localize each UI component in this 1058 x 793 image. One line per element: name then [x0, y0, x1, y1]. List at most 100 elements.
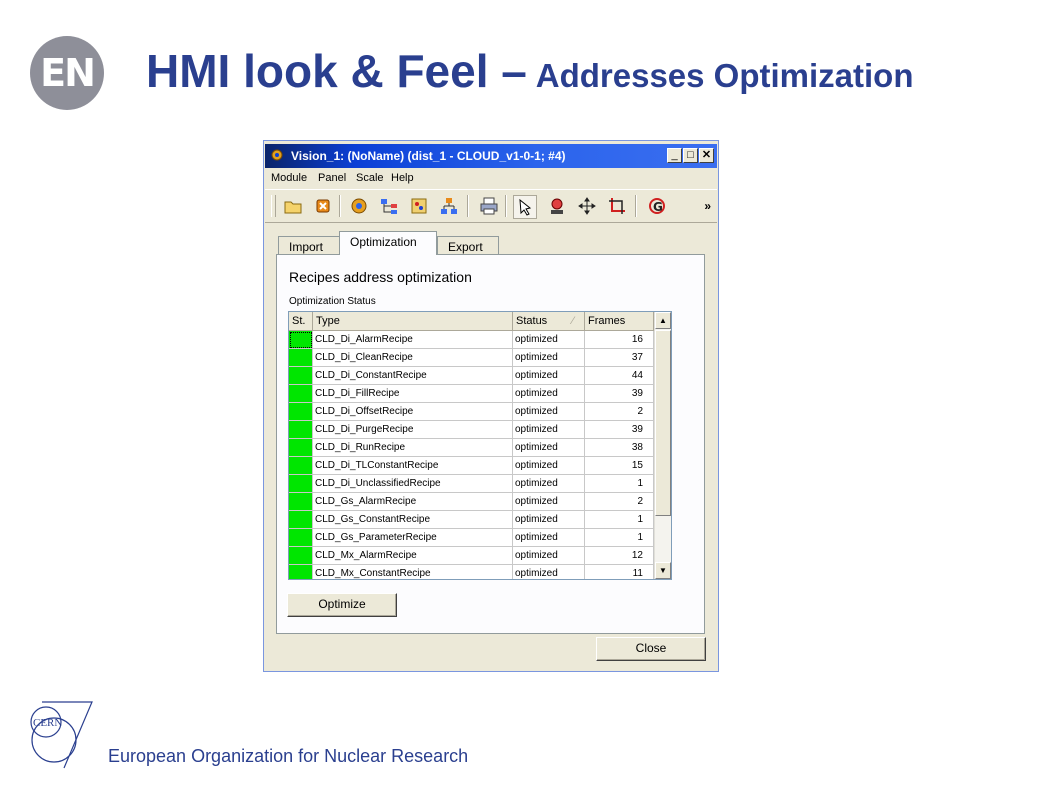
open-folder-icon[interactable]: [283, 196, 303, 216]
table-row[interactable]: CLD_Di_PurgeRecipe optimized 39: [289, 421, 654, 439]
minimize-button[interactable]: _: [667, 148, 682, 163]
table-row[interactable]: CLD_Mx_ConstantRecipe optimized 11: [289, 565, 654, 579]
close-module-icon[interactable]: [313, 196, 333, 216]
table-row[interactable]: CLD_Di_OffsetRecipe optimized 2: [289, 403, 654, 421]
status-cell: optimized: [513, 349, 585, 367]
zoom-tool-icon[interactable]: [547, 196, 567, 216]
optimize-button[interactable]: Optimize: [287, 593, 397, 617]
cern-logo-text: CERN: [33, 717, 62, 729]
palette-icon[interactable]: [409, 196, 429, 216]
footer-organization: European Organization for Nuclear Resear…: [108, 746, 469, 766]
frames-cell: 11: [585, 565, 654, 579]
toolbar-separator: [339, 195, 341, 217]
window-titlebar[interactable]: Vision_1: (NoName) (dist_1 - CLOUD_v1-0-…: [265, 144, 717, 168]
refresh-g-icon[interactable]: G: [647, 196, 667, 216]
column-header-frames[interactable]: Frames: [585, 312, 654, 331]
type-cell: CLD_Di_AlarmRecipe: [313, 331, 513, 349]
status-cell: optimized: [513, 565, 585, 579]
menu-panel[interactable]: Panel: [318, 172, 346, 184]
status-indicator-cell: [289, 385, 313, 403]
frames-cell: 38: [585, 439, 654, 457]
status-indicator-cell: [289, 565, 313, 579]
table-row[interactable]: CLD_Di_RunRecipe optimized 38: [289, 439, 654, 457]
toolbar: G »: [265, 189, 717, 223]
column-header-status[interactable]: Status: [513, 312, 585, 331]
panel-heading: Recipes address optimization: [289, 269, 472, 285]
tree-view-icon[interactable]: [379, 196, 399, 216]
status-cell: optimized: [513, 367, 585, 385]
toolbar-separator: [635, 195, 637, 217]
status-cell: optimized: [513, 439, 585, 457]
status-indicator-cell: [289, 439, 313, 457]
table-row[interactable]: CLD_Gs_AlarmRecipe optimized 2: [289, 493, 654, 511]
table-row[interactable]: CLD_Di_FillRecipe optimized 39: [289, 385, 654, 403]
toolbar-overflow-chevron[interactable]: »: [704, 199, 711, 213]
type-cell: CLD_Di_ConstantRecipe: [313, 367, 513, 385]
type-cell: CLD_Gs_ConstantRecipe: [313, 511, 513, 529]
status-indicator-cell: [289, 493, 313, 511]
menu-scale[interactable]: Scale: [356, 172, 384, 184]
crop-tool-icon[interactable]: [607, 196, 627, 216]
status-indicator-cell: [289, 421, 313, 439]
tab-import[interactable]: Import: [278, 236, 340, 256]
status-indicator-cell: [289, 511, 313, 529]
frames-cell: 44: [585, 367, 654, 385]
status-indicator-cell: [289, 529, 313, 547]
scroll-down-arrow-icon[interactable]: ▼: [655, 562, 671, 579]
table-row[interactable]: CLD_Di_UnclassifiedRecipe optimized 1: [289, 475, 654, 493]
menu-help[interactable]: Help: [391, 172, 414, 184]
status-cell: optimized: [513, 421, 585, 439]
maximize-button[interactable]: □: [683, 148, 698, 163]
cern-logo: CERN: [30, 701, 93, 769]
print-icon[interactable]: [479, 196, 499, 216]
status-cell: optimized: [513, 511, 585, 529]
status-indicator-cell: [289, 457, 313, 475]
column-header-type[interactable]: Type: [313, 312, 513, 331]
optimization-status-table[interactable]: St. Type Status Frames CLD_Di_AlarmRecip…: [288, 311, 672, 580]
frames-cell: 12: [585, 547, 654, 565]
type-cell: CLD_Di_RunRecipe: [313, 439, 513, 457]
slide-title-main: HMI look & Feel –: [146, 45, 527, 97]
close-button[interactable]: Close: [596, 637, 706, 661]
en-logo: EN: [30, 36, 104, 110]
table-row[interactable]: CLD_Mx_AlarmRecipe optimized 12: [289, 547, 654, 565]
gear-icon[interactable]: [349, 196, 369, 216]
svg-text:G: G: [653, 200, 663, 214]
table-row[interactable]: CLD_Gs_ConstantRecipe optimized 1: [289, 511, 654, 529]
move-tool-icon[interactable]: [577, 196, 597, 216]
tab-export[interactable]: Export: [437, 236, 499, 256]
vision-window: Vision_1: (NoName) (dist_1 - CLOUD_v1-0-…: [263, 140, 719, 672]
table-row[interactable]: CLD_Di_CleanRecipe optimized 37: [289, 349, 654, 367]
select-pointer-icon[interactable]: [513, 195, 537, 219]
tab-optimization[interactable]: Optimization: [339, 231, 437, 255]
table-row[interactable]: CLD_Di_TLConstantRecipe optimized 15: [289, 457, 654, 475]
type-cell: CLD_Mx_ConstantRecipe: [313, 565, 513, 579]
status-indicator-cell: [289, 547, 313, 565]
type-cell: CLD_Di_FillRecipe: [313, 385, 513, 403]
table-row[interactable]: CLD_Gs_ParameterRecipe optimized 1: [289, 529, 654, 547]
status-cell: optimized: [513, 493, 585, 511]
type-cell: CLD_Di_CleanRecipe: [313, 349, 513, 367]
slide-title-sub: Addresses Optimization: [535, 57, 914, 94]
scrollbar-thumb[interactable]: [655, 330, 671, 516]
status-cell: optimized: [513, 529, 585, 547]
menu-bar: Module Panel Scale Help: [265, 170, 717, 188]
close-window-button[interactable]: ✕: [699, 148, 714, 163]
status-indicator-cell: [289, 349, 313, 367]
status-cell: optimized: [513, 547, 585, 565]
frames-cell: 39: [585, 385, 654, 403]
frames-cell: 1: [585, 511, 654, 529]
optimization-status-label: Optimization Status: [289, 296, 376, 307]
table-row[interactable]: CLD_Di_AlarmRecipe optimized 16: [289, 331, 654, 349]
table-row[interactable]: CLD_Di_ConstantRecipe optimized 44: [289, 367, 654, 385]
hierarchy-icon[interactable]: [439, 196, 459, 216]
column-header-st[interactable]: St.: [289, 312, 313, 331]
scroll-up-arrow-icon[interactable]: ▲: [655, 312, 671, 329]
slide-title: HMI look & Feel – Addresses Optimization: [146, 44, 914, 98]
frames-cell: 39: [585, 421, 654, 439]
status-indicator-cell: [289, 367, 313, 385]
menu-module[interactable]: Module: [271, 172, 307, 184]
toolbar-grip[interactable]: [271, 195, 276, 217]
table-scrollbar[interactable]: ▲ ▼: [654, 312, 671, 579]
frames-cell: 15: [585, 457, 654, 475]
